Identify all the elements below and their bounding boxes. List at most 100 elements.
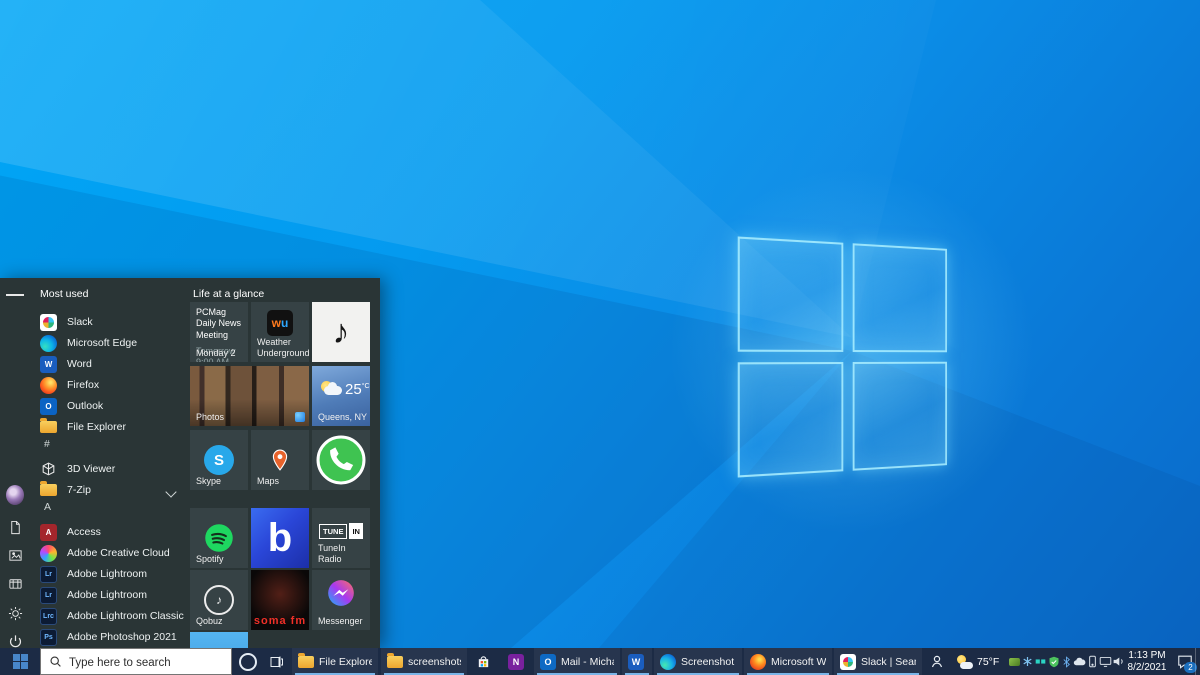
- app-item-word[interactable]: W Word: [30, 354, 185, 374]
- videos-icon: [8, 576, 23, 591]
- taskbar-button-firefox[interactable]: Microsoft Window...: [744, 648, 832, 675]
- lightroom-classic-icon: Lrc: [40, 608, 57, 625]
- outlook-icon: O: [540, 654, 556, 670]
- tile-weather[interactable]: 25°C Queens, NY: [312, 366, 370, 426]
- taskbar-button-screenshots[interactable]: screenshots: [381, 648, 467, 675]
- start-tiles-panel: Life at a glance PCMag Daily News Meetin…: [185, 278, 380, 648]
- folder-icon: [40, 421, 57, 433]
- tile-qobuz[interactable]: ♪ Qobuz: [190, 570, 248, 630]
- app-item-access[interactable]: A Access: [30, 522, 185, 542]
- app-item-photoshop[interactable]: Ps Adobe Photoshop 2021: [30, 627, 185, 647]
- windows-logo-pane: [853, 362, 947, 471]
- taskbar-button-file-explorer[interactable]: File Explorer: [292, 648, 378, 675]
- weather-location: Queens, NY: [318, 412, 367, 423]
- skype-icon: S: [204, 445, 234, 475]
- tile-maps[interactable]: Maps: [251, 430, 309, 490]
- tile-skype[interactable]: S Skype: [190, 430, 248, 490]
- chevron-down-icon[interactable]: [165, 486, 176, 497]
- lightroom-icon: Lr: [40, 566, 57, 583]
- tile-tunein[interactable]: TUNE IN TuneIn Radio: [312, 508, 370, 568]
- tray-snowflake-icon[interactable]: [1021, 648, 1034, 675]
- app-item-lightroom-2[interactable]: Lr Adobe Lightroom: [30, 585, 185, 605]
- app-item-slack[interactable]: Slack: [30, 312, 185, 332]
- expand-menu-button[interactable]: [6, 286, 24, 304]
- spotify-icon: [204, 523, 234, 553]
- tile-spotify[interactable]: Spotify: [190, 508, 248, 568]
- app-item-edge[interactable]: Microsoft Edge: [30, 333, 185, 353]
- tile-label: Weather Underground: [257, 337, 307, 359]
- app-item-adobe-cc[interactable]: Adobe Creative Cloud: [30, 543, 185, 563]
- tile-whatsapp[interactable]: [312, 430, 370, 490]
- tile-photos[interactable]: Photos: [190, 366, 309, 426]
- tile-music[interactable]: ♪: [312, 302, 370, 362]
- tile-label: Photos: [196, 412, 224, 423]
- display-icon[interactable]: [1099, 648, 1112, 675]
- task-view-button[interactable]: [262, 648, 290, 675]
- documents-button[interactable]: [6, 518, 24, 536]
- search-input[interactable]: [67, 649, 229, 675]
- tile-label: Skype: [196, 476, 221, 487]
- task-view-icon: [268, 654, 284, 670]
- clock-time: 1:13 PM: [1122, 650, 1172, 662]
- folder-icon: [387, 656, 403, 668]
- settings-button[interactable]: [6, 604, 24, 622]
- app-item-file-explorer[interactable]: File Explorer: [30, 417, 185, 437]
- taskbar-button-edge[interactable]: Screenshot (75).pn...: [654, 648, 742, 675]
- bandcamp-icon: b: [268, 518, 292, 558]
- tray-teal-app-icon[interactable]: [1034, 648, 1047, 675]
- taskbar-search[interactable]: [40, 648, 232, 675]
- taskbar-weather-button[interactable]: 75°F: [952, 648, 1003, 675]
- pictures-button[interactable]: [6, 546, 24, 564]
- tile-group-header[interactable]: Life at a glance: [193, 288, 264, 300]
- lightroom-icon: Lr: [40, 587, 57, 604]
- tile-weather-underground[interactable]: wu Weather Underground: [251, 302, 309, 362]
- edge-icon: [660, 654, 676, 670]
- start-app-list: Most used Slack Microsoft Edge W Word Fi…: [30, 278, 185, 648]
- document-icon: [8, 520, 23, 535]
- people-button[interactable]: [922, 648, 952, 675]
- taskbar-clock[interactable]: 1:13 PM 8/2/2021: [1122, 650, 1172, 674]
- access-icon: A: [40, 524, 57, 541]
- user-account-button[interactable]: [6, 486, 24, 504]
- videos-button[interactable]: [6, 574, 24, 592]
- tile-label: Messenger: [318, 616, 363, 627]
- app-item-lightroom-classic[interactable]: Lrc Adobe Lightroom Classic: [30, 606, 185, 626]
- windows-logo: [738, 236, 947, 477]
- onedrive-cloud-icon[interactable]: [1073, 648, 1086, 675]
- tile-partial[interactable]: [190, 632, 248, 648]
- show-desktop-button[interactable]: [1195, 648, 1200, 675]
- section-header-hash[interactable]: #: [44, 438, 50, 450]
- taskbar-button-mail[interactable]: O Mail - Michael Mu...: [534, 648, 620, 675]
- taskbar-button-store[interactable]: [470, 648, 500, 675]
- folder-icon: [40, 484, 57, 496]
- tile-calendar[interactable]: PCMag Daily News Meeting Tomorrow 9:00 A…: [190, 302, 248, 362]
- tile-label: Qobuz: [196, 616, 223, 627]
- weather-icon: [956, 655, 973, 669]
- tile-bandcamp[interactable]: b: [251, 508, 309, 568]
- tray-green-app-icon[interactable]: [1008, 648, 1021, 675]
- usb-device-icon[interactable]: [1086, 648, 1099, 675]
- word-icon: W: [628, 654, 644, 670]
- cortana-button[interactable]: [234, 648, 262, 675]
- section-header-a[interactable]: A: [44, 501, 51, 513]
- tile-label: Maps: [257, 476, 279, 487]
- app-item-outlook[interactable]: O Outlook: [30, 396, 185, 416]
- app-item-7zip[interactable]: 7-Zip: [30, 480, 185, 500]
- tile-somafm[interactable]: soma fm: [251, 570, 309, 630]
- app-item-firefox[interactable]: Firefox: [30, 375, 185, 395]
- tile-label: TuneIn Radio: [318, 543, 370, 565]
- tile-messenger[interactable]: Messenger: [312, 570, 370, 630]
- app-item-lightroom[interactable]: Lr Adobe Lightroom: [30, 564, 185, 584]
- gear-icon: [8, 606, 23, 621]
- taskbar-button-slack[interactable]: Slack | Sean Carrol...: [834, 648, 922, 675]
- security-shield-icon[interactable]: [1047, 648, 1060, 675]
- most-used-header: Most used: [40, 288, 88, 300]
- app-item-3d-viewer[interactable]: 3D Viewer: [30, 459, 185, 479]
- taskbar-button-word[interactable]: W: [622, 648, 652, 675]
- taskbar-button-onenote[interactable]: N: [502, 648, 532, 675]
- cloud-icon: [324, 386, 342, 395]
- pictures-icon: [8, 548, 23, 563]
- windows-logo-pane: [738, 236, 844, 352]
- bluetooth-icon[interactable]: [1060, 648, 1073, 675]
- start-button[interactable]: [0, 648, 40, 675]
